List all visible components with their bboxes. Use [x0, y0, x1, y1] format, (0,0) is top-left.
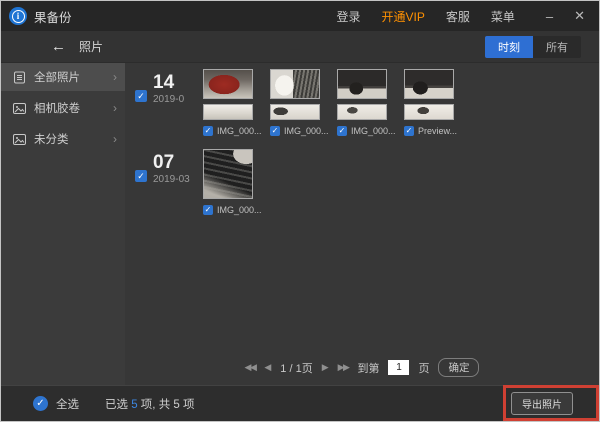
date-group: ✓ 07 2019-03 ✓ IMG_000... [135, 149, 599, 215]
page-indicator: 1 / 1页 [280, 360, 312, 376]
photo-cell: ✓ IMG_000... [203, 149, 253, 215]
sidebar-item-all-photos[interactable]: 全部照片 › [1, 63, 125, 91]
image-icon [13, 133, 26, 146]
photo-thumbnail-strip[interactable] [270, 104, 320, 120]
photo-checkbox[interactable]: ✓ [203, 205, 213, 215]
photo-checkbox[interactable]: ✓ [203, 126, 213, 136]
close-button[interactable]: ✕ [574, 8, 585, 24]
photo-cell: ✓ IMG_000... [203, 69, 253, 136]
goto-page-input[interactable] [388, 360, 409, 375]
menu-link[interactable]: 菜单 [491, 8, 515, 25]
view-toggle: 时刻 所有 [485, 36, 581, 58]
selection-suffix: 项, 共 5 项 [138, 399, 195, 411]
group-yearmonth: 2019-0 [153, 94, 203, 105]
last-page-button[interactable]: ▶▶ [338, 362, 349, 373]
date-group: ✓ 14 2019-0 ✓ IMG_000... [135, 69, 599, 136]
tab-moments[interactable]: 时刻 [485, 36, 533, 58]
export-photos-button[interactable]: 导出照片 [511, 392, 573, 415]
photo-checkbox[interactable]: ✓ [404, 126, 414, 136]
photo-cell: ✓ Preview... [404, 69, 454, 136]
photo-checkbox[interactable]: ✓ [270, 126, 280, 136]
photo-checkbox[interactable]: ✓ [337, 126, 347, 136]
goto-page-suffix: 页 [418, 360, 429, 376]
photo-label: IMG_000... [217, 205, 262, 215]
sidebar-item-label: 相机胶卷 [34, 100, 113, 116]
photo-thumbnail[interactable] [337, 69, 387, 99]
vip-link[interactable]: 开通VIP [381, 8, 424, 25]
photo-list: ✓ 14 2019-0 ✓ IMG_000... [125, 63, 599, 385]
sidebar-item-camera-roll[interactable]: 相机胶卷 › [1, 94, 125, 122]
app-title: 果备份 [34, 7, 72, 26]
photo-label: IMG_000... [284, 126, 329, 136]
photo-thumbnail-strip[interactable] [203, 104, 253, 120]
photo-label: IMG_000... [351, 126, 396, 136]
select-all-checkbox[interactable]: ✓ [33, 396, 48, 411]
document-list-icon [13, 71, 26, 84]
tab-all[interactable]: 所有 [533, 36, 581, 58]
image-icon [13, 102, 26, 115]
photo-thumbnail[interactable] [404, 69, 454, 99]
sidebar-item-label: 未分类 [34, 131, 113, 147]
back-button[interactable]: ← [51, 38, 66, 55]
titlebar-menu: 登录 开通VIP 客服 菜单 – ✕ [336, 8, 599, 25]
group-date: 07 2019-03 [153, 149, 203, 185]
first-page-button[interactable]: ◀◀ [245, 362, 256, 373]
select-all-label[interactable]: 全选 [56, 396, 79, 412]
chevron-right-icon: › [113, 70, 117, 84]
app-logo-icon: i [9, 7, 27, 25]
group-day: 14 [153, 73, 203, 92]
next-page-button[interactable]: ▶ [322, 362, 329, 373]
sidebar: 全部照片 › 相机胶卷 › [1, 63, 125, 385]
statusbar: ✓ 全选 已选 5 项, 共 5 项 导出照片 [1, 385, 599, 421]
photo-thumbnail[interactable] [203, 69, 253, 99]
group-yearmonth: 2019-03 [153, 174, 203, 185]
photo-label: IMG_000... [217, 126, 262, 136]
photo-label: Preview... [418, 126, 457, 136]
selection-summary: 已选 5 项, 共 5 项 [105, 396, 194, 412]
app-window: i 果备份 登录 开通VIP 客服 菜单 – ✕ ← 照片 时刻 所有 [0, 0, 600, 422]
photo-cell: ✓ IMG_000... [337, 69, 387, 136]
login-link[interactable]: 登录 [336, 8, 360, 25]
sidebar-item-unclassified[interactable]: 未分类 › [1, 125, 125, 153]
sidebar-item-label: 全部照片 [34, 69, 113, 85]
photo-row: ✓ IMG_000... [203, 149, 253, 215]
minimize-button[interactable]: – [546, 9, 553, 24]
photo-thumbnail-strip[interactable] [337, 104, 387, 120]
goto-page-label: 到第 [357, 360, 379, 376]
chevron-right-icon: › [113, 101, 117, 115]
support-link[interactable]: 客服 [446, 8, 470, 25]
group-date: 14 2019-0 [153, 69, 203, 105]
photo-thumbnail[interactable] [270, 69, 320, 99]
group-checkbox[interactable]: ✓ [135, 170, 147, 182]
body: 全部照片 › 相机胶卷 › [1, 63, 599, 385]
logo-letter: i [17, 11, 20, 21]
photo-row: ✓ IMG_000... ✓ IMG_000... [203, 69, 454, 136]
photo-thumbnail[interactable] [203, 149, 253, 199]
subheader: ← 照片 时刻 所有 [1, 31, 599, 63]
pagination: ◀◀ ◀ 1 / 1页 ▶ ▶▶ 到第 页 确定 [125, 358, 599, 377]
goto-confirm-button[interactable]: 确定 [438, 358, 479, 377]
titlebar: i 果备份 登录 开通VIP 客服 菜单 – ✕ [1, 1, 599, 31]
group-day: 07 [153, 153, 203, 172]
page-title: 照片 [79, 38, 103, 55]
photo-thumbnail-strip[interactable] [404, 104, 454, 120]
selection-prefix: 已选 [105, 399, 131, 411]
photo-cell: ✓ IMG_000... [270, 69, 320, 136]
chevron-right-icon: › [113, 132, 117, 146]
group-checkbox[interactable]: ✓ [135, 90, 147, 102]
prev-page-button[interactable]: ◀ [264, 362, 271, 373]
